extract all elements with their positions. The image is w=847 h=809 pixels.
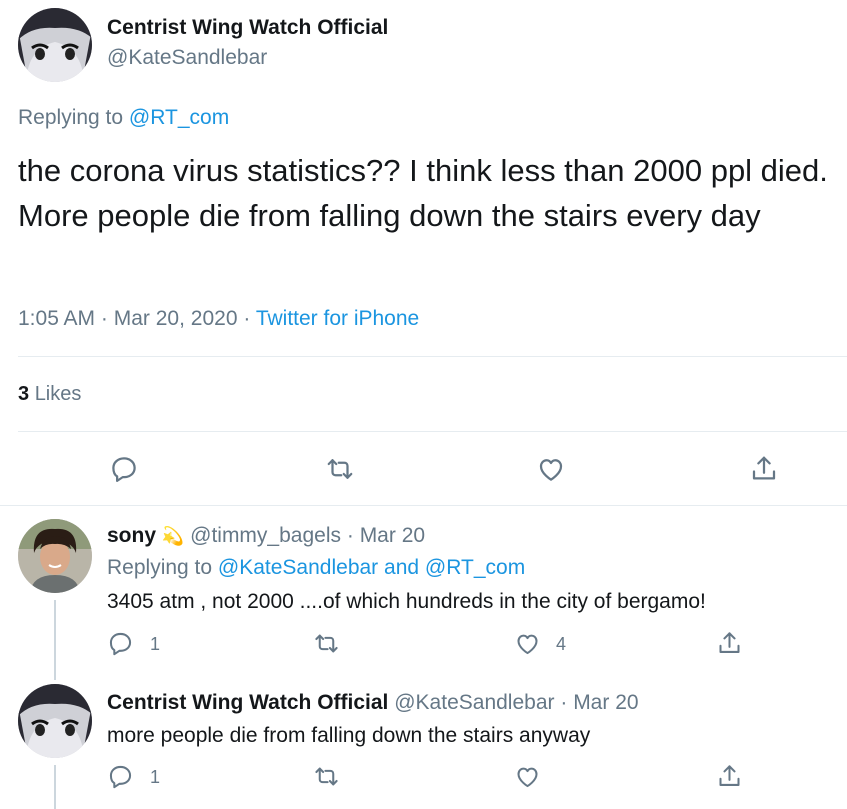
- heart-icon[interactable]: [514, 630, 541, 657]
- reply-text: more people die from falling down the st…: [107, 724, 591, 747]
- tweet-time[interactable]: 1:05 AM: [18, 307, 95, 330]
- divider: [18, 356, 847, 357]
- name-emoji: 💫: [161, 526, 185, 546]
- author-name[interactable]: Centrist Wing Watch Official: [107, 16, 388, 40]
- reply-date[interactable]: Mar 20: [360, 524, 425, 547]
- share-icon[interactable]: [716, 630, 743, 657]
- likes-stat[interactable]: 3 Likes: [18, 383, 81, 406]
- reply-header: sony 💫 @timmy_bagels · Mar 20: [107, 524, 425, 548]
- tweet-date[interactable]: Mar 20, 2020: [114, 307, 238, 330]
- separator: ·: [560, 691, 568, 714]
- replying-and: and: [384, 556, 420, 579]
- tweet-metadata: 1:05 AM · Mar 20, 2020 · Twitter for iPh…: [18, 307, 419, 331]
- reply-text: 3405 atm , not 2000 ....of which hundred…: [107, 590, 706, 613]
- avatar[interactable]: [18, 519, 92, 593]
- author-handle[interactable]: @KateSandlebar: [107, 46, 267, 70]
- heart-icon[interactable]: [536, 454, 566, 484]
- replying-prefix: Replying to: [18, 106, 124, 129]
- author-name[interactable]: Centrist Wing Watch Official: [107, 691, 388, 714]
- divider: [0, 505, 847, 506]
- heart-icon[interactable]: [514, 763, 541, 790]
- reply-icon[interactable]: [107, 763, 134, 790]
- tweet-text: the corona virus statistics?? I think le…: [18, 153, 828, 233]
- likes-label: Likes: [34, 383, 82, 405]
- reply-target-link[interactable]: @KateSandlebar: [218, 556, 378, 579]
- replying-to: Replying to @RT_com: [18, 106, 229, 130]
- reply-count: 1: [150, 634, 161, 654]
- retweet-icon[interactable]: [325, 454, 355, 484]
- reply-date[interactable]: Mar 20: [573, 691, 638, 714]
- author-name[interactable]: sony: [107, 524, 156, 547]
- retweet-icon[interactable]: [313, 763, 340, 790]
- reply-target-link[interactable]: @RT_com: [129, 106, 229, 129]
- tweet-source[interactable]: Twitter for iPhone: [256, 307, 419, 330]
- divider: [18, 431, 847, 432]
- reply-count: 1: [150, 767, 161, 787]
- retweet-icon[interactable]: [313, 630, 340, 657]
- thread-line: [54, 600, 56, 680]
- share-icon[interactable]: [749, 454, 779, 484]
- reply-target-link[interactable]: @RT_com: [425, 556, 525, 579]
- author-handle[interactable]: @KateSandlebar: [394, 691, 554, 714]
- avatar[interactable]: [18, 8, 92, 82]
- avatar[interactable]: [18, 684, 92, 758]
- author-handle[interactable]: @timmy_bagels: [190, 524, 341, 547]
- separator: ·: [100, 307, 108, 330]
- separator: ·: [346, 524, 354, 547]
- share-icon[interactable]: [716, 763, 743, 790]
- reply-icon[interactable]: [109, 454, 139, 484]
- reply-icon[interactable]: [107, 630, 134, 657]
- like-count: 4: [556, 634, 567, 654]
- replying-prefix: Replying to: [107, 556, 213, 579]
- separator: ·: [243, 307, 251, 330]
- likes-count: 3: [18, 383, 30, 405]
- thread-line: [54, 765, 56, 809]
- replying-to: Replying to @KateSandlebar and @RT_com: [107, 556, 525, 580]
- reply-header: Centrist Wing Watch Official @KateSandle…: [107, 691, 639, 715]
